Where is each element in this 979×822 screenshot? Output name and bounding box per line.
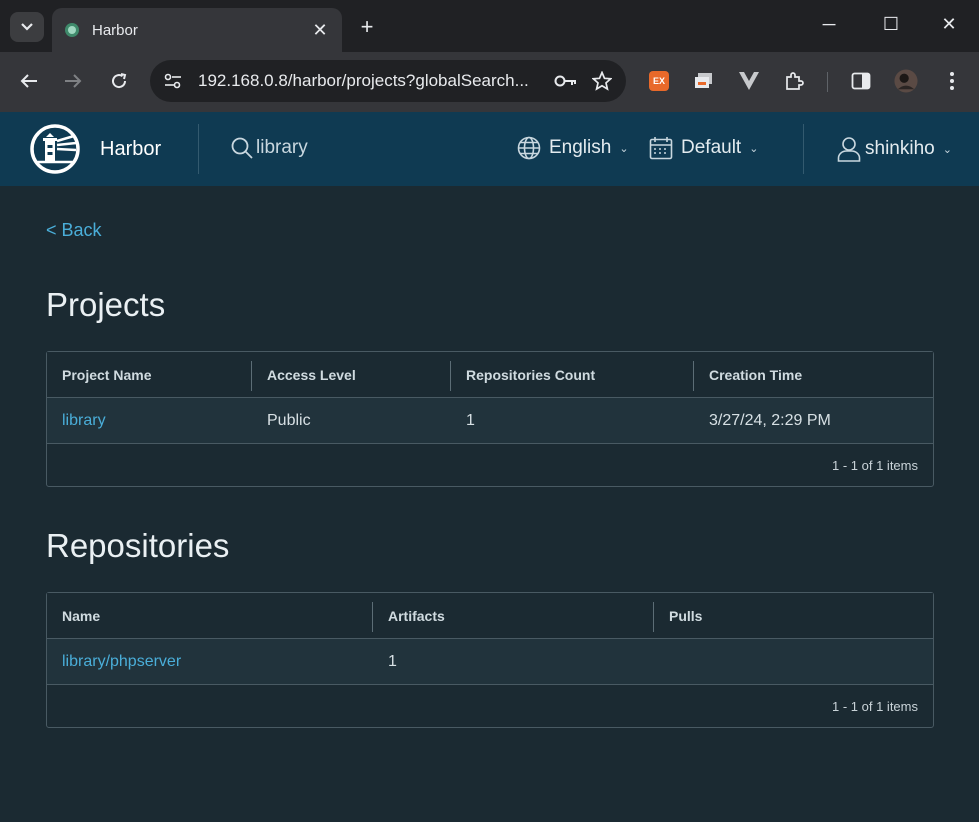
header-divider <box>198 124 199 174</box>
column-header[interactable]: Project Name <box>47 352 252 397</box>
close-tab-icon[interactable]: ✕ <box>310 20 330 41</box>
artifacts-count: 1 <box>388 652 397 670</box>
maximize-button[interactable]: ☐ <box>876 14 906 35</box>
language-selector[interactable]: English ⌄ <box>517 136 629 160</box>
back-nav-button[interactable] <box>16 68 42 94</box>
table-header: Name Artifacts Pulls <box>47 593 933 639</box>
puzzle-icon <box>786 72 804 90</box>
theme-label: Default <box>681 137 742 158</box>
main-content: < Back Projects Project Name Access Leve… <box>0 186 979 822</box>
app-header: Harbor library English ⌄ Default ⌄ shink… <box>0 112 979 186</box>
chevron-down-icon <box>21 23 33 31</box>
column-header[interactable]: Artifacts <box>373 593 654 638</box>
close-window-button[interactable]: ✕ <box>934 14 964 35</box>
star-icon[interactable] <box>592 71 612 91</box>
calendar-icon <box>649 137 673 160</box>
user-icon <box>837 137 861 162</box>
forward-nav-button[interactable] <box>60 68 86 94</box>
side-panel-icon <box>851 72 871 90</box>
repositories-count: 1 <box>466 411 475 429</box>
search-icon <box>231 137 253 159</box>
chevron-down-icon: ⌄ <box>749 142 759 155</box>
table-footer: 1 - 1 of 1 items <box>832 457 918 473</box>
extension-ex-button[interactable]: EX <box>647 69 671 93</box>
repositories-title: Repositories <box>46 527 230 564</box>
arrow-left-icon <box>20 74 37 88</box>
more-vertical-icon <box>950 72 954 90</box>
brand-name[interactable]: Harbor <box>100 138 161 161</box>
globe-icon <box>517 136 541 160</box>
column-header[interactable]: Access Level <box>252 352 451 397</box>
back-link[interactable]: < Back <box>46 220 102 241</box>
header-divider <box>803 124 804 174</box>
chevron-down-icon: ⌄ <box>942 143 952 156</box>
table-header: Project Name Access Level Repositories C… <box>47 352 933 398</box>
theme-selector[interactable]: Default ⌄ <box>649 136 758 160</box>
reload-icon <box>112 73 127 89</box>
extensions-button[interactable] <box>782 69 806 93</box>
global-search[interactable]: library <box>230 136 308 160</box>
tab-search-button[interactable] <box>10 12 44 42</box>
projects-title: Projects <box>46 286 166 323</box>
browser-menu-button[interactable] <box>940 69 964 93</box>
vue-extension-icon <box>739 72 759 90</box>
browser-tab-bar: Harbor ✕ + ─ ☐ ✕ <box>0 0 979 52</box>
access-level: Public <box>267 411 311 429</box>
projects-table: Project Name Access Level Repositories C… <box>46 351 934 487</box>
repositories-table: Name Artifacts Pulls library/phpserver 1… <box>46 592 934 728</box>
table-row: library/phpserver 1 <box>47 639 933 685</box>
address-bar[interactable]: 192.168.0.8/harbor/projects?globalSearch… <box>150 60 626 102</box>
browser-toolbar: 192.168.0.8/harbor/projects?globalSearch… <box>0 52 979 112</box>
creation-time: 3/27/24, 2:29 PM <box>709 411 831 429</box>
profile-avatar-button[interactable] <box>894 69 918 93</box>
new-tab-button[interactable]: + <box>354 14 380 40</box>
arrow-right-icon <box>65 74 82 88</box>
tab-title: Harbor <box>92 21 138 39</box>
extension-layers-button[interactable] <box>692 69 716 93</box>
column-header[interactable]: Repositories Count <box>451 352 694 397</box>
extension-badge-text: EX <box>652 76 665 86</box>
project-name-link[interactable]: library <box>47 412 252 430</box>
extension-vue-button[interactable] <box>737 69 761 93</box>
table-row: library Public 1 3/27/24, 2:29 PM <box>47 398 933 444</box>
harbor-logo-icon[interactable] <box>30 124 80 174</box>
side-panel-button[interactable] <box>849 69 873 93</box>
url-text[interactable]: 192.168.0.8/harbor/projects?globalSearch… <box>198 71 540 91</box>
key-icon[interactable] <box>554 74 578 88</box>
language-label: English <box>549 137 612 158</box>
harbor-favicon-icon <box>65 23 79 37</box>
toolbar-divider <box>827 72 828 92</box>
table-footer: 1 - 1 of 1 items <box>832 698 918 714</box>
column-header[interactable]: Pulls <box>654 593 933 638</box>
reload-button[interactable] <box>106 68 132 94</box>
minimize-button[interactable]: ─ <box>814 14 844 35</box>
browser-tab[interactable]: Harbor ✕ <box>52 8 342 52</box>
repository-name-link[interactable]: library/phpserver <box>47 653 373 671</box>
site-settings-icon[interactable] <box>164 73 182 89</box>
column-header[interactable]: Name <box>47 593 373 638</box>
search-input[interactable]: library <box>256 137 308 159</box>
user-menu[interactable]: shinkiho ⌄ <box>837 136 952 162</box>
username: shinkiho <box>865 138 935 159</box>
column-header[interactable]: Creation Time <box>694 352 933 397</box>
avatar <box>894 69 918 93</box>
chevron-down-icon: ⌄ <box>619 142 629 155</box>
layers-extension-icon <box>695 73 712 88</box>
